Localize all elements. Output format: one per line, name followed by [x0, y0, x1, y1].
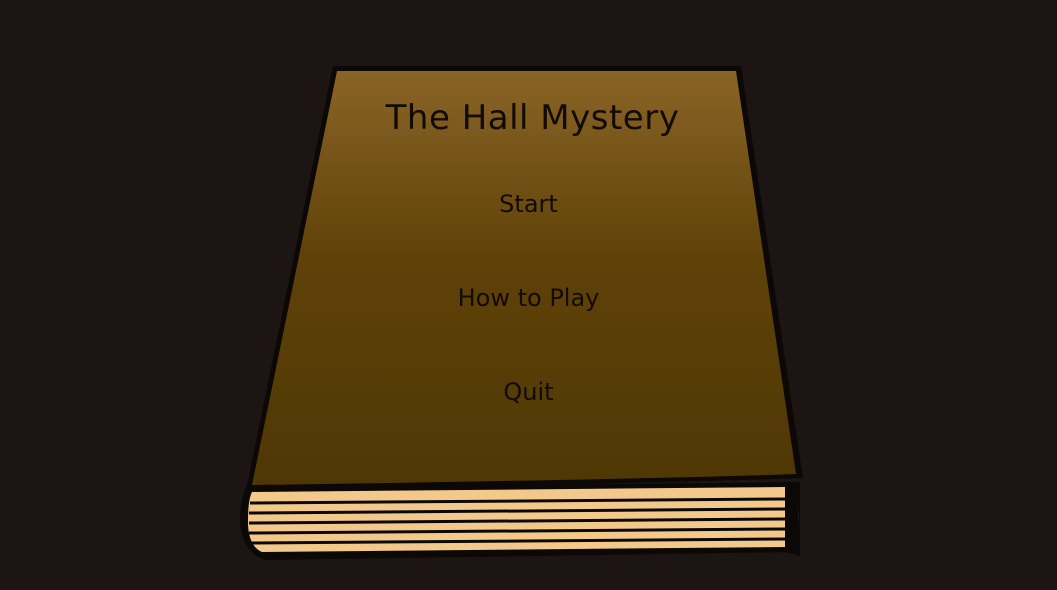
book-pages [240, 482, 800, 560]
start-button[interactable]: Start [0, 190, 1057, 218]
quit-button[interactable]: Quit [0, 378, 1057, 406]
title-screen: The Hall Mystery Start How to Play Quit [0, 0, 1057, 590]
game-title: The Hall Mystery [385, 98, 680, 138]
how-to-play-button[interactable]: How to Play [0, 284, 1057, 312]
